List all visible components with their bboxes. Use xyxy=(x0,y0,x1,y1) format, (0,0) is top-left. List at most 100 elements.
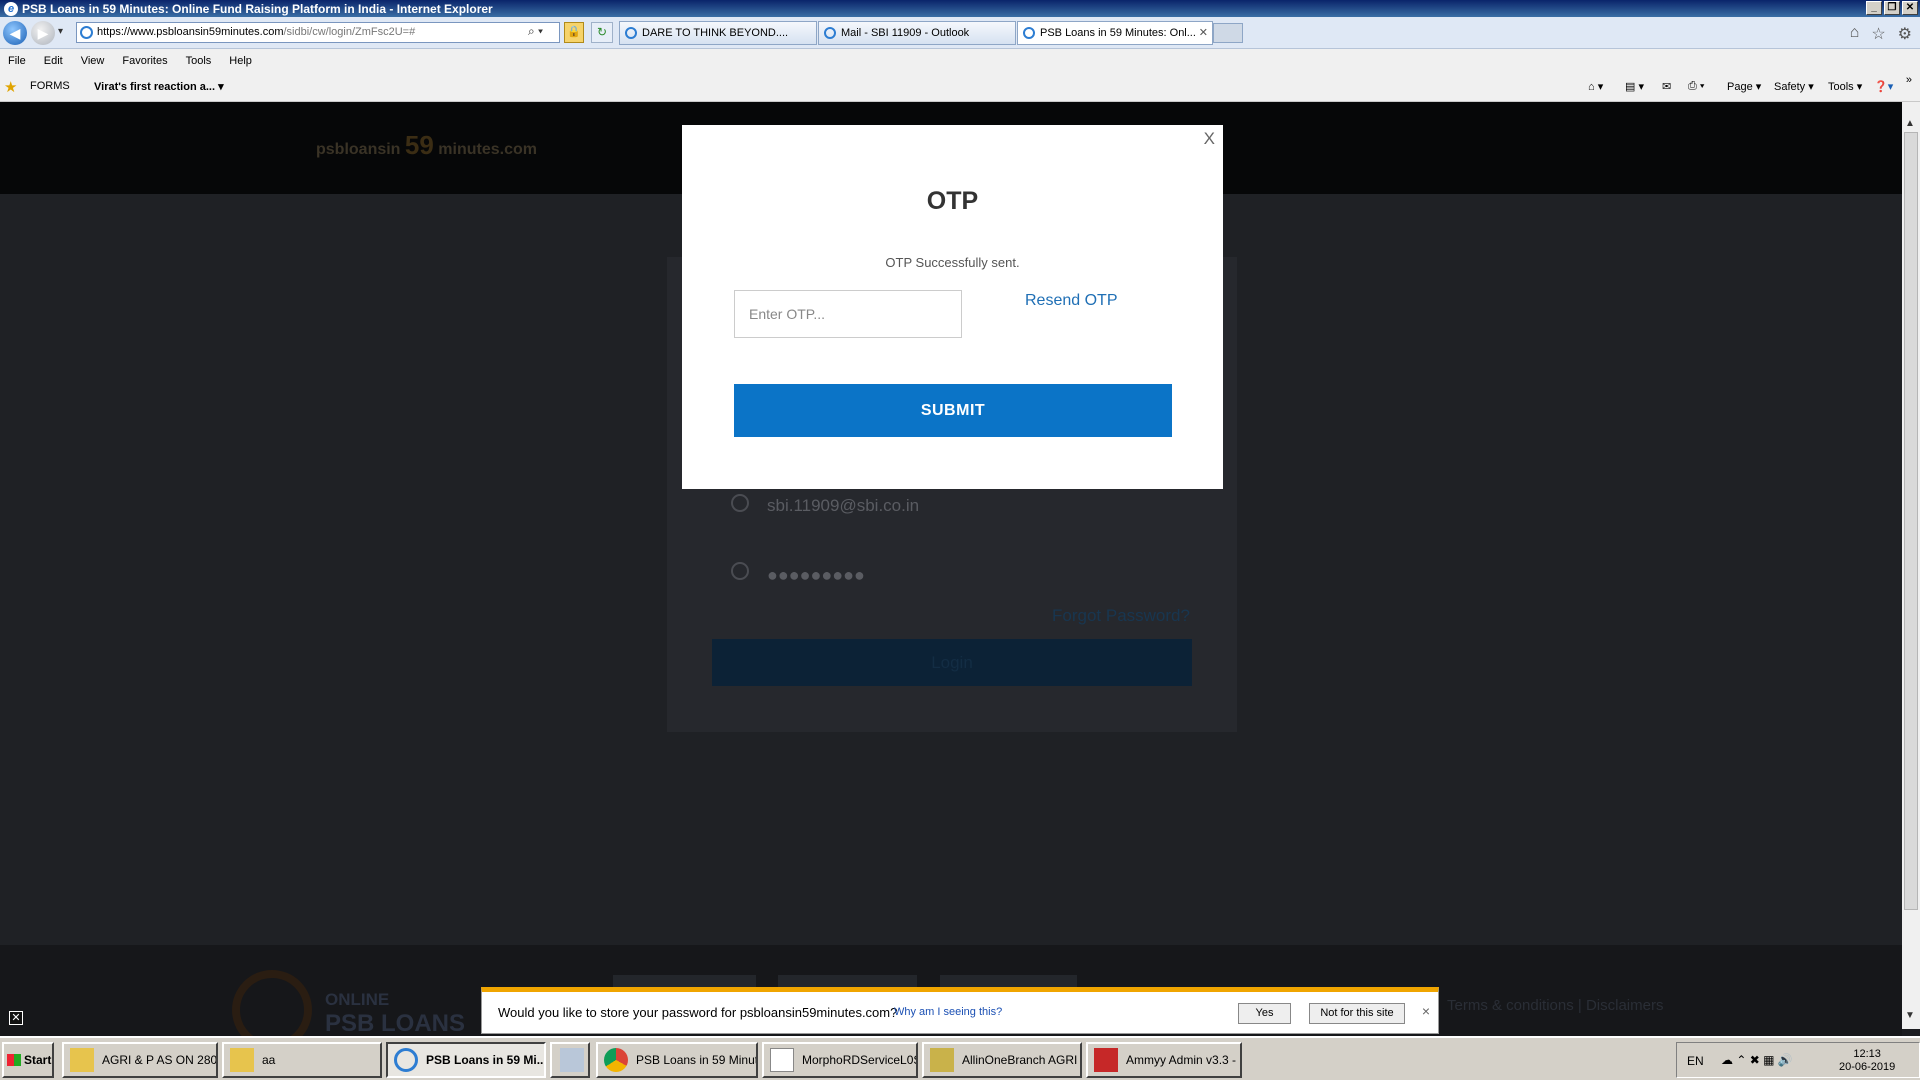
clock-time: 12:13 xyxy=(1853,1048,1881,1060)
vertical-scrollbar[interactable]: ▲ ▼ xyxy=(1902,102,1920,1029)
scrollbar-thumb[interactable] xyxy=(1904,132,1918,910)
menu-file[interactable]: File xyxy=(8,55,26,67)
modal-close-button[interactable]: X xyxy=(1204,129,1215,149)
taskbar-item-label: PSB Loans in 59 Minut... xyxy=(636,1053,758,1067)
menu-edit[interactable]: Edit xyxy=(44,55,63,67)
site-logo[interactable]: psbloansin 59 minutes.com xyxy=(316,130,537,161)
otp-input[interactable] xyxy=(734,290,962,338)
menu-tools[interactable]: Tools xyxy=(186,55,212,67)
folder-icon xyxy=(230,1048,254,1072)
url-path: /sidbi/cw/login/ZmFsc2U=# xyxy=(283,26,416,38)
taskbar-item-morpho[interactable]: MorphoRDServiceL0Soft xyxy=(762,1042,918,1078)
taskbar-item-calculator[interactable] xyxy=(550,1042,590,1078)
tab-dare-to-think[interactable]: DARE TO THINK BEYOND.... xyxy=(619,21,817,45)
yes-button[interactable]: Yes xyxy=(1238,1003,1291,1024)
menu-favorites[interactable]: Favorites xyxy=(122,55,167,67)
why-am-i-seeing-this-link[interactable]: Why am I seeing this? xyxy=(894,1006,1002,1018)
taskbar-item-aa-folder[interactable]: aa xyxy=(222,1042,382,1078)
scroll-up-icon[interactable]: ▲ xyxy=(1905,118,1915,129)
tray-icons[interactable]: ☁ ⌃ ✖ ▦ 🔊 xyxy=(1721,1053,1793,1067)
window-title-bar: e PSB Loans in 59 Minutes: Online Fund R… xyxy=(0,0,1920,17)
close-tab-icon[interactable]: ✕ xyxy=(1199,22,1208,44)
page-menu[interactable]: Page ▾ xyxy=(1727,80,1761,93)
not-for-this-site-button[interactable]: Not for this site xyxy=(1309,1003,1405,1024)
home-icon[interactable]: ⌂ xyxy=(1850,24,1860,44)
email-field[interactable]: sbi.11909@sbi.co.in xyxy=(767,496,919,516)
start-button[interactable]: Start xyxy=(2,1042,54,1078)
lock-icon xyxy=(731,562,749,580)
page-menu-label: Page xyxy=(1727,81,1753,93)
favorite-forms[interactable]: FORMS xyxy=(30,80,70,92)
chevron-right-icon[interactable]: » xyxy=(1906,74,1912,86)
taskbar-item-label: PSB Loans in 59 Mi... xyxy=(426,1053,546,1067)
favorites-star-icon[interactable]: ☆ xyxy=(1871,24,1885,44)
restore-button[interactable]: ❐ xyxy=(1884,1,1900,15)
password-save-bar: Would you like to store your password fo… xyxy=(481,987,1439,1034)
taskbar-item-ammyy[interactable]: Ammyy Admin v3.3 - ... xyxy=(1086,1042,1242,1078)
submit-button[interactable]: SUBMIT xyxy=(734,384,1172,437)
tools-menu[interactable]: Tools ▾ xyxy=(1828,80,1862,93)
forgot-password-link[interactable]: Forgot Password? xyxy=(1052,606,1190,626)
refresh-icon[interactable]: ↻ xyxy=(591,22,613,43)
scroll-down-icon[interactable]: ▼ xyxy=(1905,1010,1915,1021)
logo-prefix: psbloansin xyxy=(316,141,401,158)
internet-explorer-icon xyxy=(394,1048,418,1072)
footer-brand: ONLINE PSB LOANS xyxy=(325,990,465,1038)
logo-number: 59 xyxy=(404,130,434,160)
taskbar-item-allinone[interactable]: AllinOneBranch AGRI ... xyxy=(922,1042,1082,1078)
history-dropdown-icon[interactable]: ▾ xyxy=(58,26,63,37)
ammyy-admin-icon xyxy=(1094,1048,1118,1072)
taskbar-item-label: aa xyxy=(262,1053,276,1067)
address-bar[interactable]: https://www.psbloansin59minutes.com/sidb… xyxy=(76,22,560,43)
print-icon[interactable]: ⎙ ▾ xyxy=(1688,80,1704,93)
document-icon xyxy=(770,1048,794,1072)
ie-page-icon xyxy=(824,27,836,39)
menu-view[interactable]: View xyxy=(81,55,105,67)
favorites-star-icon[interactable]: ★ xyxy=(4,78,17,96)
start-label: Start xyxy=(24,1053,52,1067)
login-button[interactable]: Login xyxy=(712,639,1192,686)
settings-gear-icon[interactable]: ⚙ xyxy=(1898,24,1912,44)
menu-help[interactable]: Help xyxy=(229,55,252,67)
language-indicator[interactable]: EN xyxy=(1687,1054,1704,1068)
minimize-button[interactable]: _ xyxy=(1866,1,1882,15)
footer-brand-top: ONLINE xyxy=(325,990,390,1009)
password-field[interactable]: ●●●●●●●●● xyxy=(767,565,865,586)
tab-outlook-mail[interactable]: Mail - SBI 11909 - Outlook xyxy=(818,21,1016,45)
safety-menu[interactable]: Safety ▾ xyxy=(1774,80,1814,93)
favorites-bar: ★ FORMS Virat's first reaction a... ▾ ⌂ … xyxy=(0,72,1920,102)
clock[interactable]: 12:13 20-06-2019 xyxy=(1839,1048,1895,1074)
lock-icon[interactable]: 🔒 xyxy=(564,22,584,43)
tab-label: PSB Loans in 59 Minutes: Onl... xyxy=(1040,27,1196,39)
modal-title: OTP xyxy=(926,187,979,215)
tab-label: DARE TO THINK BEYOND.... xyxy=(642,27,789,39)
resend-otp-link[interactable]: Resend OTP xyxy=(1025,292,1117,310)
windows-flag-icon xyxy=(7,1054,21,1066)
folder-icon xyxy=(70,1048,94,1072)
taskbar-item-agri-folder[interactable]: AGRI & P AS ON 280... xyxy=(62,1042,218,1078)
search-icon[interactable]: ⌕ ▾ xyxy=(528,24,543,39)
menu-bar: File Edit View Favorites Tools Help xyxy=(0,49,1920,72)
favorite-virat-label: Virat's first reaction a... xyxy=(94,81,216,93)
safety-menu-label: Safety xyxy=(1774,81,1806,93)
home-icon[interactable]: ⌂ ▾ xyxy=(1588,80,1603,93)
taskbar-item-psb-chrome[interactable]: PSB Loans in 59 Minut... xyxy=(596,1042,758,1078)
close-window-button[interactable]: ✕ xyxy=(1902,1,1918,15)
browser-icons: ⌂ ☆ ⚙ xyxy=(1850,24,1912,44)
new-tab-button[interactable] xyxy=(1213,23,1243,43)
taskbar-item-psb-ie[interactable]: PSB Loans in 59 Mi... xyxy=(386,1042,546,1078)
help-icon[interactable]: ❓▾ xyxy=(1874,80,1893,93)
tab-psb-loans[interactable]: PSB Loans in 59 Minutes: Onl... ✕ xyxy=(1017,21,1213,45)
forward-button[interactable]: ▶ xyxy=(31,21,55,45)
tools-menu-label: Tools xyxy=(1828,81,1854,93)
favorite-virat[interactable]: Virat's first reaction a... ▾ xyxy=(94,80,224,93)
logo-suffix: minutes.com xyxy=(438,141,537,158)
mail-icon[interactable]: ✉ xyxy=(1662,80,1671,93)
footer-brand-bottom: PSB LOANS xyxy=(325,1010,466,1037)
close-icon[interactable]: ✕ xyxy=(9,1011,23,1025)
back-button[interactable]: ◀ xyxy=(3,21,27,45)
footer-links[interactable]: Terms & conditions | Disclaimers xyxy=(1447,997,1663,1014)
feeds-icon[interactable]: ▤ ▾ xyxy=(1625,80,1644,93)
close-password-bar-icon[interactable]: × xyxy=(1422,1003,1430,1019)
page-icon xyxy=(80,26,93,39)
